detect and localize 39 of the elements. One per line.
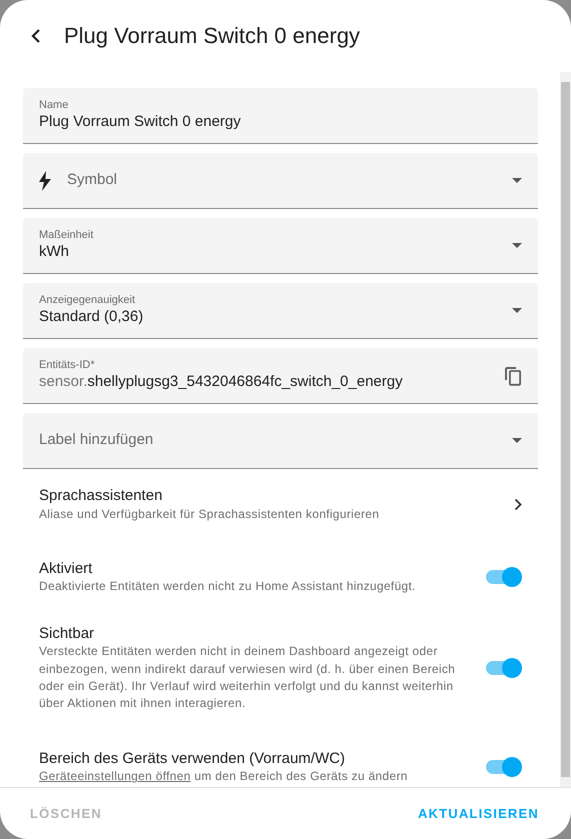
dialog-title: Plug Vorraum Switch 0 energy [64,22,360,50]
select-field[interactable]: Label hinzufügen [23,413,538,469]
toggle-switch[interactable] [486,756,522,778]
setting-title: Aktiviert [39,558,94,578]
dropdown-caret-icon [512,438,522,443]
chevron-right-icon[interactable] [514,498,522,511]
text-field[interactable]: Name Plug Vorraum Switch 0 energy [23,88,538,144]
field-value: sensor.shellyplugsg3_5432046864fc_switch_0_energy [39,372,404,392]
setting-description: Aliase und Verfügbarkeit für Sprachassistenten konfigurieren [39,506,380,522]
setting-description: Deaktivierte Entitäten werden nicht zu Home Assistant hinzugefügt. [39,578,417,596]
field-placeholder: Label hinzufügen [39,430,154,450]
copy-icon[interactable] [504,366,522,386]
scrollbar[interactable] [560,72,571,787]
setting-title: Sichtbar [39,624,96,644]
field-value: Standard (0,36) [39,307,144,327]
field-label: Name [39,99,70,112]
field-label: Maßeinheit [39,229,94,242]
dropdown-caret-icon [512,308,522,313]
setting-title: Sprachassistenten [39,486,164,506]
select-field[interactable]: Maßeinheit kWh [23,218,538,274]
toggle-switch[interactable] [486,566,522,588]
select-field[interactable]: Anzeigegenauigkeit Standard (0,36) [23,283,538,339]
setting-description: Versteckte Entitäten werden nicht in deinem Dashboard angezeigt oder einbezogen, wenn indirekt darauf verwiesen wird (d. h. über einen Bereich oder ein Gerät). Ihr Verlauf wird weiterhin verfolgt und du kannst weiterhin über Aktionen mit ihnen interagieren. [39,643,456,712]
field-value: Plug Vorraum Switch 0 energy [39,112,242,132]
back-icon[interactable] [31,28,41,44]
setting-description: Geräteeinstellungen öffnen um den Bereich des Geräts zu ändern [39,768,409,786]
dropdown-caret-icon [512,243,522,248]
field-placeholder: Symbol [67,170,118,190]
dropdown-caret-icon [512,178,522,183]
field-value: kWh [39,242,70,262]
device-settings-link[interactable]: Geräteeinstellungen öffnen [39,769,191,784]
update-button[interactable]: AKTUALISIEREN [408,798,549,830]
setting-title: Bereich des Geräts verwenden (Vorraum/WC) [39,748,346,768]
field-label: Anzeigegenauigkeit [39,294,136,308]
toggle-switch[interactable] [486,657,522,680]
icon-picker-field[interactable]: Symbol [23,153,538,209]
field-label: Entitäts-ID* [39,359,96,372]
entity-id-field[interactable]: Entitäts-ID* sensor.shellyplugsg3_5432046864fc_switch_0_energy [23,348,538,404]
bolt-icon [39,170,51,190]
